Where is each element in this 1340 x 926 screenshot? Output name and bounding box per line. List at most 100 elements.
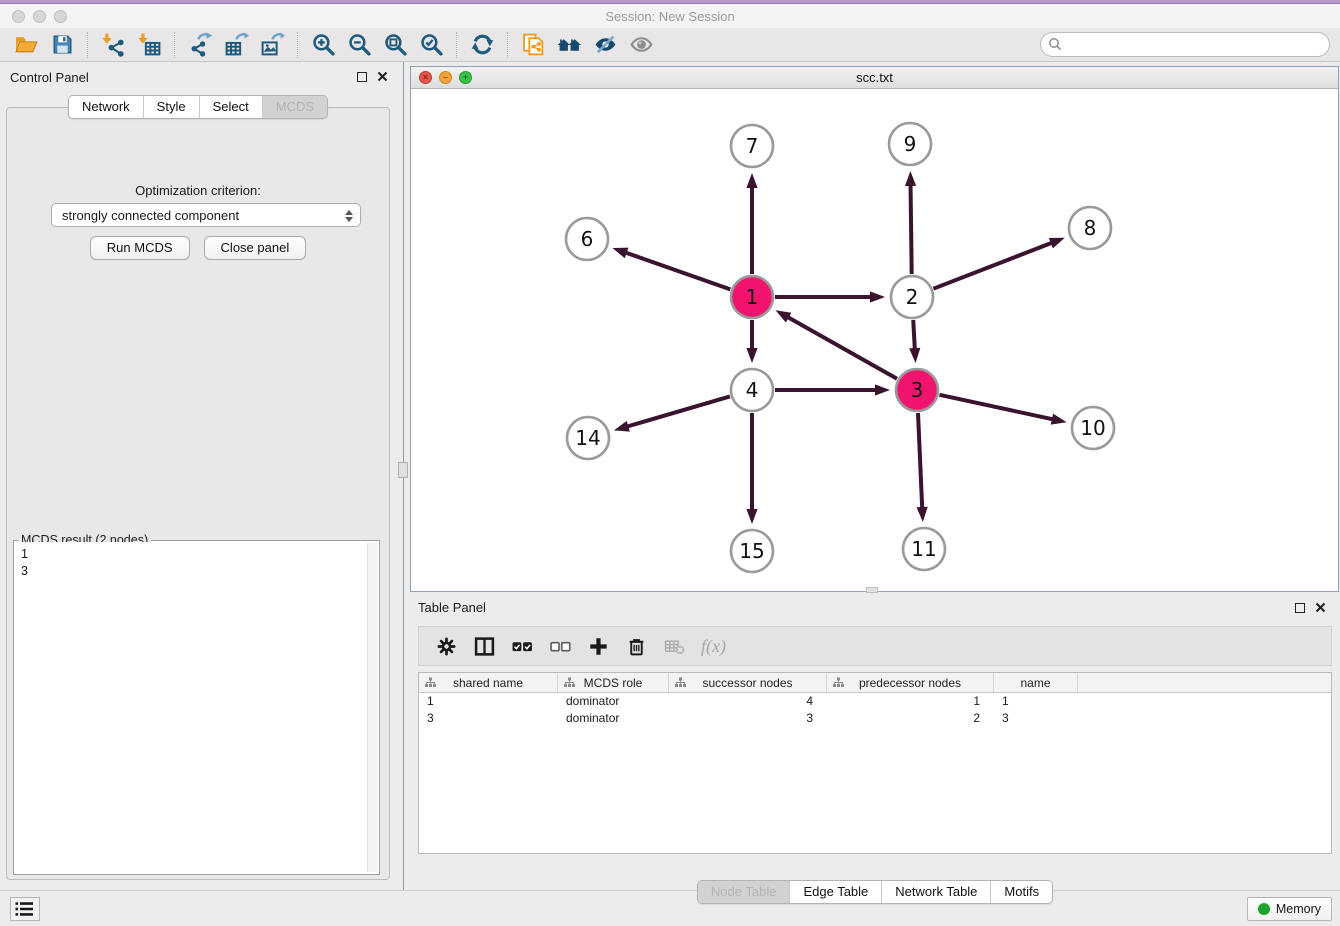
table-cell[interactable]: 3 — [669, 710, 827, 727]
zoom-fit-icon[interactable] — [380, 31, 410, 59]
tab-network[interactable]: Network — [69, 96, 143, 118]
network-canvas[interactable]: 7968124314101511 — [411, 89, 1338, 591]
save-session-icon[interactable] — [47, 31, 77, 59]
column-header-name[interactable]: name — [994, 673, 1078, 692]
table-cell[interactable]: 1 — [419, 693, 558, 710]
table-cell[interactable]: 3 — [419, 710, 558, 727]
criterion-dropdown[interactable]: strongly connected component — [51, 203, 361, 227]
column-header-predecessor-nodes[interactable]: predecessor nodes — [827, 673, 994, 692]
mcds-result-text[interactable]: 13 — [15, 542, 378, 873]
result-scrollbar[interactable] — [367, 543, 378, 872]
table-header-row: shared nameMCDS rolesuccessor nodesprede… — [419, 673, 1331, 693]
table-cell[interactable]: 1 — [994, 693, 1078, 710]
result-line: 3 — [21, 563, 378, 580]
graph-node-label: 11 — [911, 537, 936, 561]
export-table-icon[interactable] — [221, 31, 251, 59]
node-table: shared nameMCDS rolesuccessor nodesprede… — [418, 672, 1332, 854]
first-neighbors-icon[interactable] — [554, 31, 584, 59]
table-cell[interactable]: 4 — [669, 693, 827, 710]
tab-network-table[interactable]: Network Table — [881, 881, 990, 903]
graph-edge-1-6[interactable] — [623, 252, 730, 290]
zoom-selected-icon[interactable] — [416, 31, 446, 59]
task-history-button[interactable] — [10, 897, 40, 921]
tab-mcds[interactable]: MCDS — [262, 96, 327, 118]
column-header-successor-nodes[interactable]: successor nodes — [669, 673, 827, 692]
refresh-layout-icon[interactable] — [467, 31, 497, 59]
graph-edge-2-3[interactable] — [913, 320, 915, 352]
delete-row-icon[interactable] — [619, 631, 653, 661]
graph-edge-3-10[interactable] — [939, 395, 1055, 420]
mcds-panel-body: Optimization criterion: strongly connect… — [6, 107, 390, 880]
toggle-columns-icon[interactable] — [467, 631, 501, 661]
zoom-out-icon[interactable] — [344, 31, 374, 59]
hide-selected-icon[interactable] — [590, 31, 620, 59]
float-panel-icon[interactable] — [357, 72, 367, 82]
graph-node-label: 4 — [746, 378, 759, 402]
graph-edge-2-8[interactable] — [933, 242, 1054, 289]
table-cell[interactable]: dominator — [558, 693, 669, 710]
main-area: Control Panel NetworkStyleSelectMCDS Opt… — [0, 62, 1340, 890]
network-window-title: scc.txt — [411, 70, 1338, 85]
table-cell[interactable]: 3 — [994, 710, 1078, 727]
function-builder-icon: f(x) — [701, 636, 726, 657]
column-header-shared-name[interactable]: shared name — [419, 673, 558, 692]
main-toolbar — [0, 28, 1340, 62]
tab-select[interactable]: Select — [199, 96, 262, 118]
tab-node-table[interactable]: Node Table — [698, 881, 790, 903]
column-header-MCDS-role[interactable]: MCDS role — [558, 673, 669, 692]
table-cell[interactable]: 1 — [827, 693, 994, 710]
export-network-icon[interactable] — [185, 31, 215, 59]
graph-node-label: 6 — [581, 227, 594, 251]
close-panel-icon[interactable] — [377, 71, 388, 82]
tab-edge-table[interactable]: Edge Table — [789, 881, 881, 903]
search-input[interactable] — [1040, 32, 1330, 57]
toolbar-separator — [87, 32, 88, 58]
tab-motifs[interactable]: Motifs — [990, 881, 1052, 903]
table-cell[interactable]: dominator — [558, 710, 669, 727]
zoom-in-icon[interactable] — [308, 31, 338, 59]
panel-splitter[interactable] — [396, 62, 410, 890]
minimize-traffic-icon[interactable] — [33, 10, 46, 23]
table-toolbar: f(x) — [418, 626, 1332, 666]
control-panel: Control Panel NetworkStyleSelectMCDS Opt… — [0, 62, 396, 890]
float-table-panel-icon[interactable] — [1295, 603, 1305, 613]
session-title: Session: New Session — [0, 9, 1340, 24]
export-image-icon[interactable] — [257, 31, 287, 59]
graph-edge-3-1[interactable] — [785, 316, 897, 379]
graph-node-label: 7 — [746, 134, 759, 158]
network-resize-grip[interactable] — [866, 587, 878, 593]
table-tabs: Node TableEdge TableNetwork TableMotifs — [697, 880, 1053, 904]
network-window-titlebar[interactable]: scc.txt — [411, 67, 1338, 89]
graph-edge-arrowhead — [870, 291, 885, 302]
table-settings-icon[interactable] — [429, 631, 463, 661]
toolbar-separator — [174, 32, 175, 58]
close-traffic-icon[interactable] — [12, 10, 25, 23]
close-panel-button[interactable]: Close panel — [204, 236, 307, 260]
import-table-icon[interactable] — [134, 31, 164, 59]
splitter-grip[interactable] — [398, 462, 408, 478]
import-network-icon[interactable] — [98, 31, 128, 59]
toolbar-separator — [456, 32, 457, 58]
table-cell[interactable]: 2 — [827, 710, 994, 727]
table-row[interactable]: 3dominator323 — [419, 710, 1331, 727]
show-all-icon[interactable] — [626, 31, 656, 59]
duplicate-network-icon[interactable] — [518, 31, 548, 59]
dropdown-stepper-icon — [343, 207, 354, 224]
select-all-checkboxes-icon[interactable] — [505, 631, 539, 661]
network-view-window: scc.txt 7968124314101511 — [410, 66, 1339, 592]
memory-button[interactable]: Memory — [1247, 897, 1332, 921]
add-row-icon[interactable] — [581, 631, 615, 661]
run-mcds-button[interactable]: Run MCDS — [90, 236, 190, 260]
open-session-icon[interactable] — [11, 31, 41, 59]
close-table-panel-icon[interactable] — [1315, 602, 1326, 613]
memory-status-icon — [1258, 903, 1270, 915]
graph-edge-3-11[interactable] — [918, 413, 922, 511]
search-icon — [1048, 37, 1062, 51]
status-bar: Memory — [0, 890, 1340, 926]
deselect-all-checkboxes-icon[interactable] — [543, 631, 577, 661]
graph-edge-2-9[interactable] — [910, 182, 911, 274]
zoom-traffic-icon[interactable] — [54, 10, 67, 23]
tab-style[interactable]: Style — [143, 96, 199, 118]
table-row[interactable]: 1dominator411 — [419, 693, 1331, 710]
graph-edge-4-14[interactable] — [624, 396, 729, 427]
